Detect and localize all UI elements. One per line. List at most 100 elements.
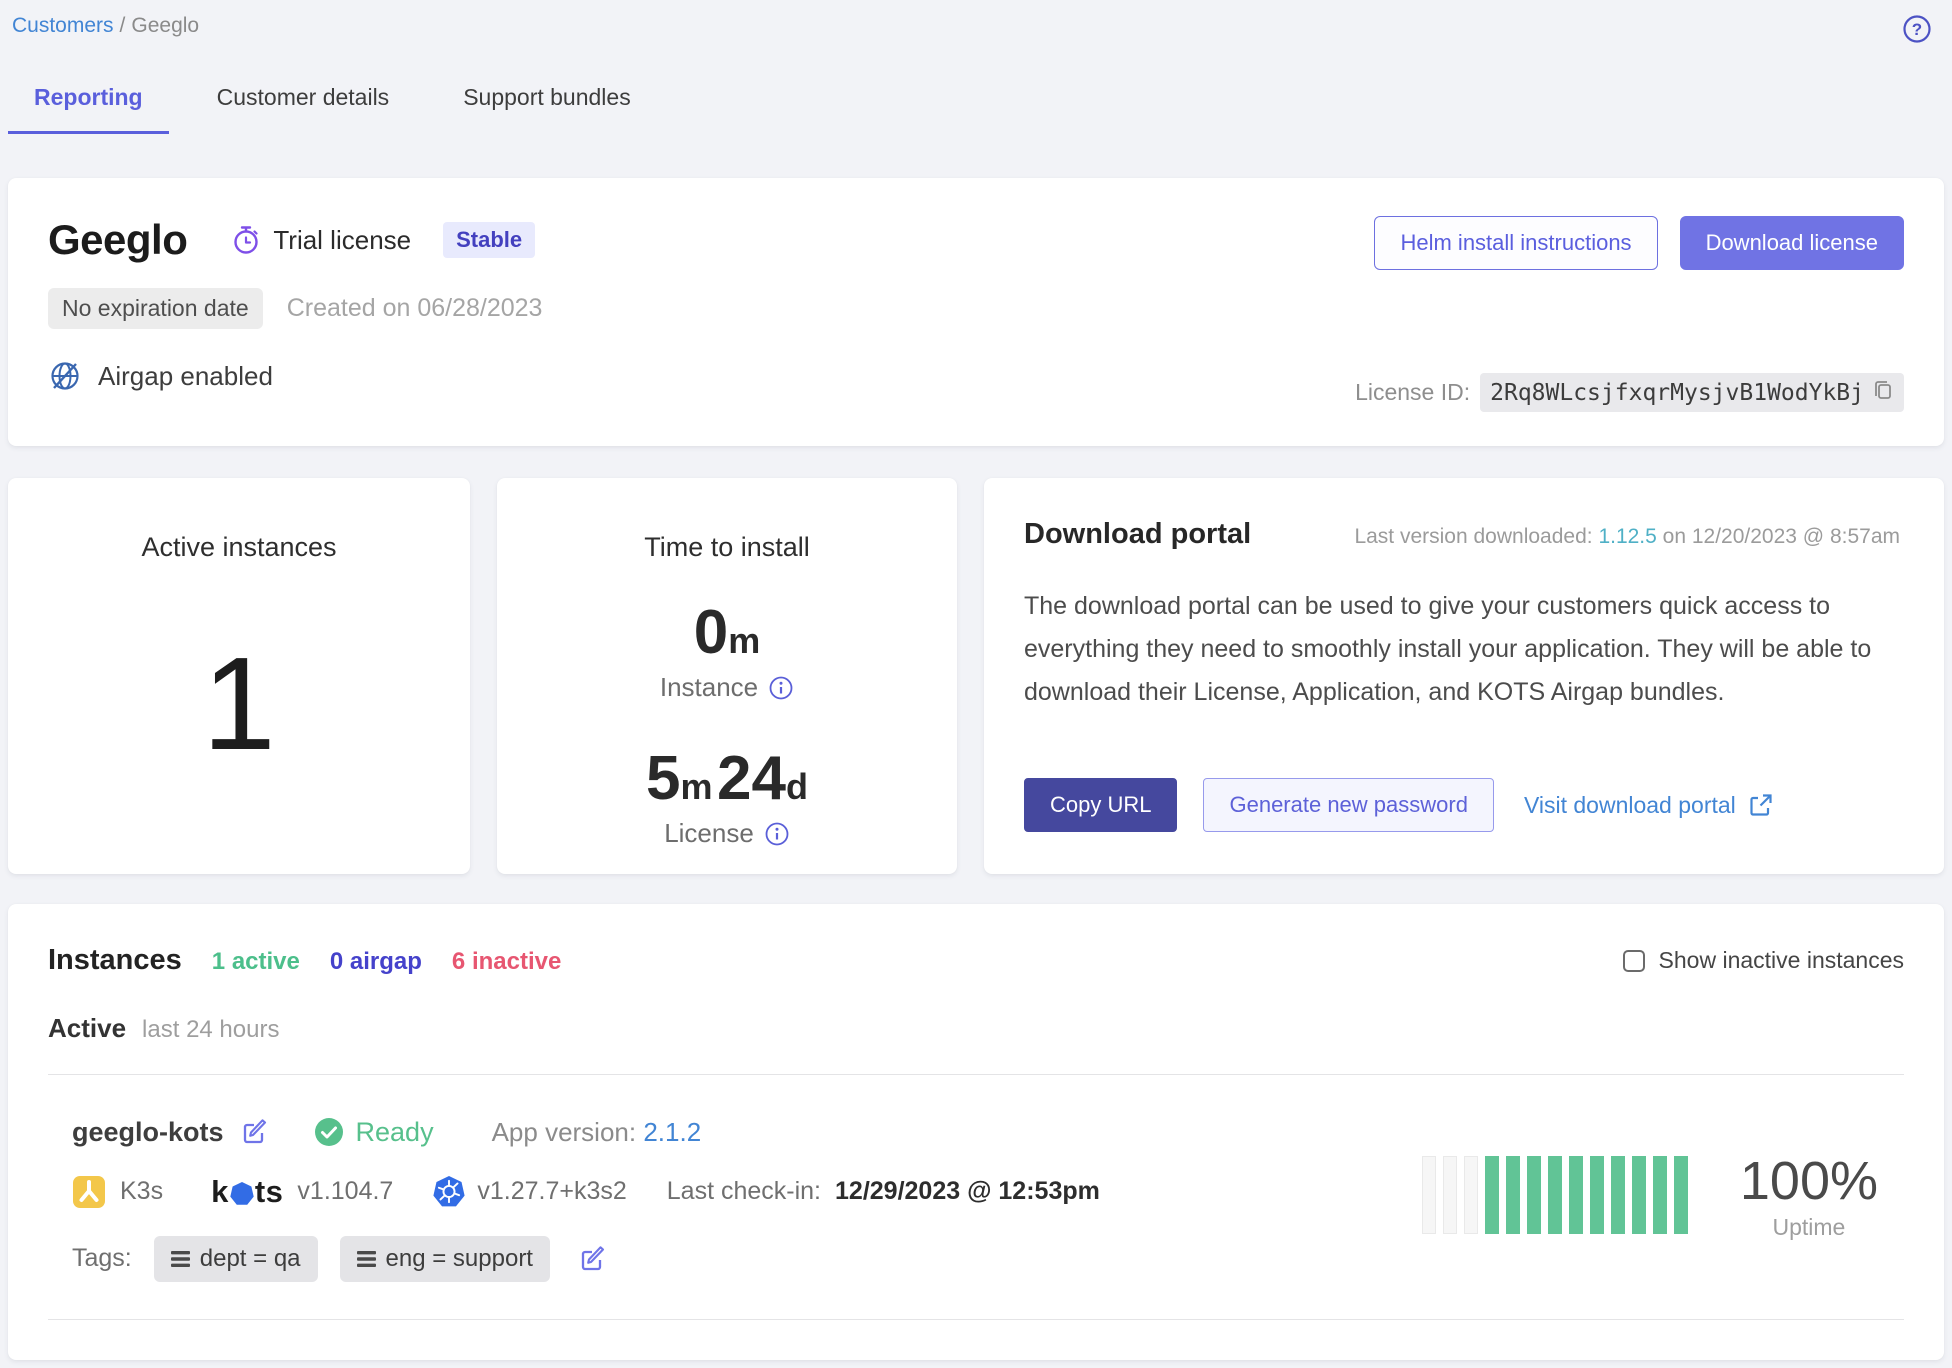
kubernetes-version-value: v1.27.7+k3s2 (477, 1177, 626, 1206)
active-instances-value: 1 (202, 563, 275, 874)
show-inactive-toggle[interactable]: Show inactive instances (1623, 947, 1904, 974)
tab-reporting[interactable]: Reporting (8, 84, 169, 134)
status-label: Ready (356, 1117, 434, 1148)
last-checkin-label: Last check-in: (667, 1177, 821, 1206)
license-id-label: License ID: (1355, 379, 1470, 406)
tab-customer-details[interactable]: Customer details (191, 84, 416, 134)
uptime-bar-filled (1548, 1156, 1562, 1234)
license-type-label: Trial license (273, 225, 411, 256)
tag-label: dept = qa (200, 1245, 301, 1273)
kots-version-value: v1.104.7 (297, 1177, 393, 1206)
uptime-bar-filled (1674, 1156, 1688, 1234)
uptime-block: 100% Uptime (1422, 1150, 1878, 1241)
active-instances-title: Active instances (141, 532, 336, 563)
kubernetes-version: v1.27.7+k3s2 (433, 1176, 626, 1208)
uptime-bar-filled (1506, 1156, 1520, 1234)
breadcrumb-separator: / (114, 14, 132, 37)
stats-row: Active instances 1 Time to install 0m In… (8, 478, 1944, 874)
kots-logo: kts (211, 1174, 283, 1210)
airgap-globe-icon (48, 359, 82, 393)
airgap-enabled-label: Airgap enabled (98, 361, 273, 392)
uptime-bar-filled (1485, 1156, 1499, 1234)
channel-badge: Stable (443, 222, 535, 258)
edit-instance-name-icon[interactable] (240, 1117, 270, 1147)
uptime-bar-empty (1464, 1156, 1478, 1234)
uptime-bar-filled (1632, 1156, 1646, 1234)
uptime-bar-filled (1569, 1156, 1583, 1234)
helm-install-instructions-button[interactable]: Helm install instructions (1374, 216, 1657, 270)
copy-url-button[interactable]: Copy URL (1024, 778, 1177, 832)
breadcrumb-current: Geeglo (131, 14, 199, 37)
status-badge: Ready (314, 1117, 434, 1148)
license-id-value: 2Rq8WLcsjfxqrMysjvB1WodYkBj (1490, 380, 1864, 406)
k3s-icon (72, 1175, 106, 1209)
kubernetes-icon (433, 1176, 465, 1208)
edit-tags-icon[interactable] (578, 1244, 608, 1274)
tag-rows-icon (357, 1251, 376, 1267)
active-section-sublabel: last 24 hours (142, 1016, 279, 1044)
external-link-icon (1748, 792, 1774, 818)
app-version: App version: 2.1.2 (492, 1117, 702, 1148)
uptime-bar-filled (1527, 1156, 1541, 1234)
instance-install-label: Instance (660, 672, 794, 703)
instance-install-time: 0m (694, 597, 761, 668)
inactive-count[interactable]: 6 inactive (452, 948, 561, 976)
license-install-time: 5m 24d (646, 743, 808, 814)
check-circle-icon (314, 1117, 344, 1147)
stopwatch-icon (231, 224, 261, 256)
tag-pill: eng = support (340, 1236, 550, 1282)
copy-license-icon[interactable] (1872, 378, 1894, 407)
uptime-bar-empty (1443, 1156, 1457, 1234)
uptime-percentage: 100% (1740, 1150, 1878, 1212)
customer-summary: Geeglo Trial license Stable No expiratio… (48, 216, 542, 412)
instances-card: Instances 1 active 0 airgap 6 inactive S… (8, 904, 1944, 1360)
breadcrumb: Customers/Geeglo (12, 14, 199, 38)
tag-rows-icon (171, 1251, 190, 1267)
active-section-label: Active (48, 1013, 126, 1044)
show-inactive-checkbox[interactable] (1623, 950, 1645, 972)
license-type: Trial license (231, 224, 411, 256)
download-portal-card: Download portal Last version downloaded:… (984, 478, 1944, 874)
main-content: Geeglo Trial license Stable No expiratio… (0, 178, 1952, 1360)
customer-header-card: Geeglo Trial license Stable No expiratio… (8, 178, 1944, 446)
instances-title: Instances (48, 944, 182, 977)
breadcrumb-customers-link[interactable]: Customers (12, 14, 114, 37)
download-license-button[interactable]: Download license (1680, 216, 1904, 270)
help-icon[interactable]: ? (1902, 14, 1932, 44)
download-portal-title: Download portal (1024, 518, 1251, 551)
top-bar: Customers/Geeglo ? (0, 0, 1952, 44)
svg-text:?: ? (1912, 20, 1922, 39)
info-icon[interactable] (764, 821, 790, 847)
created-date: Created on 06/28/2023 (287, 294, 543, 323)
last-checkin-value: 12/29/2023 @ 12:53pm (835, 1177, 1100, 1206)
app-version-link[interactable]: 2.1.2 (643, 1117, 701, 1147)
kots-version: kts v1.104.7 (211, 1174, 393, 1210)
download-portal-description: The download portal can be used to give … (1024, 585, 1900, 714)
visit-download-portal-link[interactable]: Visit download portal (1524, 792, 1774, 819)
last-version-downloaded: Last version downloaded: 1.12.5 on 12/20… (1354, 525, 1900, 549)
generate-new-password-button[interactable]: Generate new password (1203, 778, 1493, 832)
tab-bar: Reporting Customer details Support bundl… (0, 84, 1952, 134)
license-id-pill: 2Rq8WLcsjfxqrMysjvB1WodYkBj (1480, 373, 1904, 412)
info-icon[interactable] (768, 675, 794, 701)
time-to-install-title: Time to install (644, 532, 810, 563)
tag-label: eng = support (386, 1245, 533, 1273)
uptime-label: Uptime (1740, 1214, 1878, 1241)
instance-row: geeglo-kots Ready App version: 2.1.2 K3s (48, 1075, 1904, 1319)
time-to-install-card: Time to install 0m Instance 5m 24d Licen… (497, 478, 957, 874)
tag-pill: dept = qa (154, 1236, 318, 1282)
tab-support-bundles[interactable]: Support bundles (437, 84, 657, 134)
license-install-label: License (664, 818, 790, 849)
uptime-bar-filled (1611, 1156, 1625, 1234)
last-version-number[interactable]: 1.12.5 (1598, 525, 1656, 548)
customer-name: Geeglo (48, 216, 187, 264)
instance-name: geeglo-kots (72, 1117, 224, 1148)
airgap-count[interactable]: 0 airgap (330, 948, 422, 976)
active-count[interactable]: 1 active (212, 948, 300, 976)
uptime-bar-filled (1653, 1156, 1667, 1234)
uptime-bar-empty (1422, 1156, 1436, 1234)
uptime-bars (1422, 1156, 1688, 1234)
uptime-bar-filled (1590, 1156, 1604, 1234)
show-inactive-label: Show inactive instances (1659, 947, 1904, 974)
distribution: K3s (72, 1175, 163, 1209)
